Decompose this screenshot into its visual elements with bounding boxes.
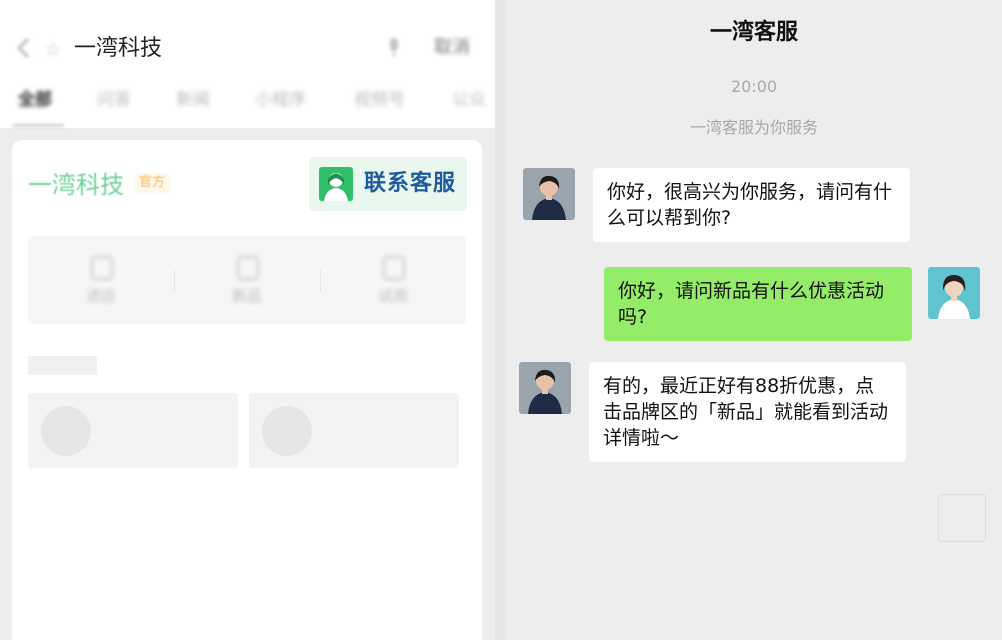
search-query[interactable]: 一湾科技 xyxy=(74,34,162,64)
contact-service-button[interactable]: 联系客服 xyxy=(309,157,467,211)
section-title-placeholder xyxy=(28,356,97,375)
message-bubble-agent[interactable]: 有的，最近正好有88折优惠，点击品牌区的「新品」就能看到活动详情啦～ xyxy=(589,362,906,462)
quick-action-new[interactable]: 新品 xyxy=(174,236,320,324)
tab-all[interactable]: 全部 xyxy=(18,88,52,112)
quick-actions: 进店 新品 试用 xyxy=(28,236,466,324)
tab-qa[interactable]: 问答 xyxy=(97,88,131,112)
account-card: 一湾科技 官方 联系客服 进店 新品 试用 xyxy=(12,140,482,640)
back-icon[interactable] xyxy=(16,37,32,59)
search-page: ☆ 一湾科技 取消 全部 问答 新闻 小程序 视频号 公众 一湾科技 官方 联系… xyxy=(0,0,495,640)
active-tab-indicator xyxy=(12,124,64,127)
tab-news[interactable]: 新闻 xyxy=(176,88,210,112)
cancel-button[interactable]: 取消 xyxy=(434,36,470,60)
thumbnail-placeholder xyxy=(41,406,91,456)
chat-window: 一湾客服 20:00 一湾客服为你服务 你好，很高兴为你服务，请问有什么可以帮到… xyxy=(506,0,1002,640)
tab-miniprogram[interactable]: 小程序 xyxy=(255,88,306,112)
chat-timestamp: 20:00 xyxy=(730,77,778,96)
user-avatar[interactable] xyxy=(928,267,980,319)
quick-action-store[interactable]: 进店 xyxy=(28,236,174,324)
tab-channels[interactable]: 视频号 xyxy=(354,88,405,112)
chat-title: 一湾客服 xyxy=(709,20,798,45)
agent-avatar[interactable] xyxy=(523,168,575,220)
quick-action-label: 进店 xyxy=(85,287,116,305)
account-name[interactable]: 一湾科技 xyxy=(28,169,124,201)
tab-official-accounts[interactable]: 公众 xyxy=(452,88,486,112)
contact-service-label: 联系客服 xyxy=(364,171,457,196)
quick-action-label: 新品 xyxy=(231,287,262,305)
thumbnail-placeholder xyxy=(262,406,312,456)
gift-icon xyxy=(237,256,259,280)
result-card-placeholder[interactable] xyxy=(249,393,459,468)
screen: ☆ 一湾科技 取消 全部 问答 新闻 小程序 视频号 公众 一湾科技 官方 联系… xyxy=(0,0,1002,640)
message-bubble-user[interactable]: 你好，请问新品有什么优惠活动吗? xyxy=(604,267,912,341)
agent-avatar[interactable] xyxy=(519,362,571,414)
quick-action-trial[interactable]: 试用 xyxy=(320,236,466,324)
system-notice: 一湾客服为你服务 xyxy=(689,118,818,137)
floating-button[interactable] xyxy=(938,494,986,542)
microphone-icon[interactable] xyxy=(387,37,401,59)
trial-icon xyxy=(383,256,405,280)
panel-divider xyxy=(495,0,506,640)
message-bubble-agent[interactable]: 你好，很高兴为你服务，请问有什么可以帮到你? xyxy=(593,168,910,242)
official-badge: 官方 xyxy=(134,173,171,193)
search-top-bar: ☆ 一湾科技 取消 xyxy=(0,0,495,84)
search-tabs: 全部 问答 新闻 小程序 视频号 公众 xyxy=(0,84,495,128)
result-card-placeholder[interactable] xyxy=(28,393,238,468)
quick-action-label: 试用 xyxy=(377,287,408,305)
star-icon[interactable]: ☆ xyxy=(44,38,62,60)
store-icon xyxy=(91,256,113,280)
customer-service-icon xyxy=(319,167,353,201)
